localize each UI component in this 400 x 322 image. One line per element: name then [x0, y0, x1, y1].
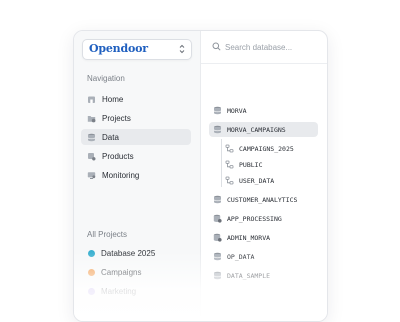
- nav-item-data[interactable]: Data: [81, 129, 191, 145]
- database-icon: [213, 271, 222, 280]
- database-browser-panel: Opendoor Navigation Home Projects Data P…: [73, 30, 328, 322]
- project-color-dot: [88, 287, 95, 295]
- database-row-data-sample[interactable]: DATA_SAMPLE: [209, 268, 318, 283]
- nav-item-projects[interactable]: Projects: [81, 110, 191, 126]
- project-item-campaigns[interactable]: Campaigns: [81, 264, 191, 280]
- database-icon: [213, 195, 222, 204]
- database-row-app-processing[interactable]: APP_PROCESSING: [209, 211, 318, 226]
- schema-row-campaigns-2025[interactable]: CAMPAIGNS_2025: [225, 141, 294, 156]
- database-icon: [213, 106, 222, 115]
- products-icon: [87, 152, 96, 161]
- nav-item-products[interactable]: Products: [81, 148, 191, 164]
- schema-name: CAMPAIGNS_2025: [239, 144, 294, 153]
- database-row-op-data[interactable]: OP_DATA: [209, 249, 318, 264]
- database-name: MORVA_CAMPAIGNS: [227, 125, 286, 134]
- database-icon: [87, 133, 96, 142]
- project-item-marketing[interactable]: Marketing: [81, 283, 191, 299]
- nav-item-label: Projects: [102, 113, 131, 123]
- database-name: OP_DATA: [227, 252, 255, 261]
- database-name: CUSTOMER_ANALYTICS: [227, 195, 298, 204]
- search-icon: [212, 42, 221, 51]
- monitor-icon: [87, 171, 96, 180]
- sidebar: Opendoor Navigation Home Projects Data P…: [74, 31, 201, 321]
- org-switcher[interactable]: Opendoor: [82, 39, 192, 60]
- schema-row-public[interactable]: PUBLIC: [225, 157, 262, 172]
- tree-connector-line: [221, 139, 222, 187]
- database-lock-icon: [213, 233, 222, 242]
- search-input[interactable]: [225, 40, 320, 54]
- org-name: Opendoor: [89, 42, 148, 55]
- nav-item-label: Home: [102, 94, 124, 104]
- project-color-dot: [88, 249, 95, 257]
- nav-item-label: Products: [102, 151, 134, 161]
- project-label: Marketing: [101, 286, 137, 296]
- schema-name: USER_DATA: [239, 176, 275, 185]
- database-list-pane: MORVA MORVA_CAMPAIGNS CAMPAIGNS_2025 PUB…: [201, 31, 327, 321]
- database-row-customer-analytics[interactable]: CUSTOMER_ANALYTICS: [209, 192, 318, 207]
- projects-section-title: All Projects: [87, 230, 128, 239]
- database-icon: [213, 125, 222, 134]
- schema-row-user-data[interactable]: USER_DATA: [225, 173, 274, 188]
- search-bar: [201, 31, 327, 64]
- home-icon: [87, 95, 96, 104]
- database-name: APP_PROCESSING: [227, 214, 282, 223]
- database-row-admin-morva[interactable]: ADMIN_MORVA: [209, 230, 318, 245]
- folder-icon: [87, 114, 96, 123]
- project-label: Database 2025: [101, 248, 156, 258]
- schema-icon: [225, 144, 234, 153]
- database-icon: [213, 252, 222, 261]
- database-name: MORVA: [227, 106, 247, 115]
- schema-name: PUBLIC: [239, 160, 263, 169]
- database-row-morva[interactable]: MORVA: [209, 103, 318, 118]
- database-name: DATA_SAMPLE: [227, 271, 271, 280]
- nav-section-title: Navigation: [87, 74, 125, 83]
- project-item-database-2025[interactable]: Database 2025: [81, 245, 191, 261]
- nav-item-label: Data: [102, 132, 119, 142]
- database-row-morva-campaigns[interactable]: MORVA_CAMPAIGNS: [209, 122, 318, 137]
- project-label: Campaigns: [101, 267, 142, 277]
- schema-icon: [225, 176, 234, 185]
- nav-item-monitoring[interactable]: Monitoring: [81, 167, 191, 183]
- schema-icon: [225, 160, 234, 169]
- database-sync-icon: [213, 214, 222, 223]
- database-name: ADMIN_MORVA: [227, 233, 271, 242]
- project-color-dot: [88, 268, 95, 276]
- chevron-updown-icon: [179, 44, 185, 54]
- nav-item-label: Monitoring: [102, 170, 140, 180]
- nav-item-home[interactable]: Home: [81, 91, 191, 107]
